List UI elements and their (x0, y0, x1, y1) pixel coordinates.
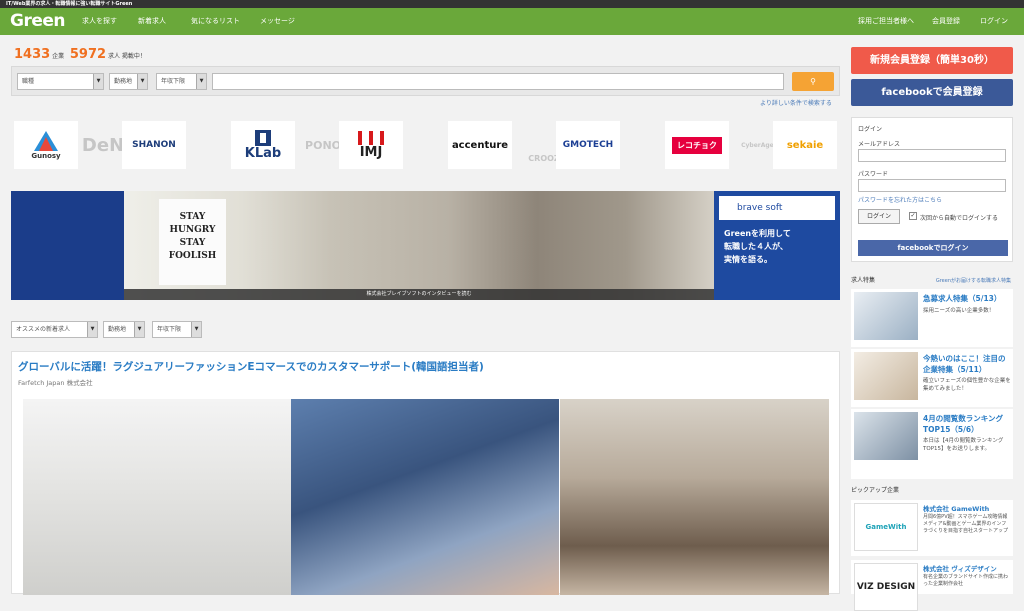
company-logo-gmotech[interactable]: GMOTECH (556, 121, 620, 169)
feature-title[interactable]: 今熱いのはここ！注目の企業特集（5/11） (923, 353, 1011, 375)
features-header: 求人特集 Greenがお届けする転職求人特集 (851, 275, 1013, 287)
chevron-down-icon: ▼ (196, 74, 206, 89)
company-logo-recochoku[interactable]: レコチョク (665, 121, 729, 169)
gamewith-logo: GameWith (854, 503, 918, 551)
company-logo-imj[interactable]: IMJ (339, 121, 403, 169)
banner-caption[interactable]: 株式会社ブレイブソフトのインタビューを読む (124, 289, 714, 300)
company-logo-klab[interactable]: KLab (231, 121, 295, 169)
search-icon: ⚲ (810, 77, 816, 86)
nav-register[interactable]: 会員登録 (932, 8, 960, 35)
banner-text-panel: brave soft Greenを利用して 転職した４人が、 実情を語る。 (714, 191, 840, 300)
job-photo-people (560, 399, 829, 595)
filter-location-select[interactable]: 勤務地 ▼ (103, 321, 145, 338)
global-nav: Green 求人を探す 新着求人 気になるリスト メッセージ 採用ご担当者様へ … (0, 8, 1024, 35)
job-unit: 求人 掲載中！ (107, 53, 146, 60)
nav-watch-list[interactable]: 気になるリスト (191, 8, 240, 35)
password-label: パスワード (858, 171, 889, 178)
company-unit: 企業 (52, 53, 65, 60)
remember-label: 次回から自動でログインする (920, 215, 999, 222)
vizdesign-logo: VIZ DESIGN (854, 563, 918, 611)
company-logo-accenture[interactable]: accenture (448, 121, 512, 169)
feature-item[interactable]: 急募求人特集（5/13） 採用ニーズの高い企業多数！ (851, 289, 1013, 347)
company-logo-gunosy[interactable]: Gunosy (14, 121, 78, 169)
banner-poster: STAY HUNGRY STAY FOOLISH (159, 199, 226, 285)
company-logo-sekaie[interactable]: sekaie (773, 121, 837, 169)
pickup-item[interactable]: GameWith 株式会社 GameWith 月間6億PV超！スマホゲーム攻略情… (851, 500, 1013, 556)
pickup-desc: 月間6億PV超！スマホゲーム攻略情報メディア&動画とゲーム業界のインフラづくりを… (923, 514, 1009, 534)
search-bar: 職種 ▼ 勤務地 ▼ 年収下限 ▼ ⚲ (11, 66, 840, 96)
feature-thumbnail (854, 292, 918, 340)
features-link[interactable]: Greenがお届けする転職求人特集 (936, 275, 1011, 287)
facebook-login-button[interactable]: facebookでログイン (858, 240, 1008, 256)
login-panel: ログイン メールアドレス パスワード パスワードを忘れた方はこちら ログイン ✓… (851, 117, 1013, 262)
listing-stats: 1433 企業 5972 求人 掲載中！ (14, 47, 146, 62)
job-count: 5972 (69, 47, 107, 62)
job-photo-store (23, 399, 291, 595)
login-heading: ログイン (858, 126, 883, 133)
feature-desc: 採用ニーズの高い企業多数！ (923, 308, 995, 314)
nav-for-recruiters[interactable]: 採用ご担当者様へ (858, 8, 914, 35)
imj-icon (358, 130, 384, 145)
search-button[interactable]: ⚲ (792, 72, 834, 91)
advanced-search-link[interactable]: より詳しい条件で検索する (760, 98, 832, 107)
login-button[interactable]: ログイン (858, 209, 900, 224)
job-card[interactable]: グローバルに活躍！ラグジュアリーファッションEコマースでのカスタマーサポート(韓… (11, 351, 840, 595)
features-heading: 求人特集 (851, 277, 876, 284)
password-field[interactable] (858, 179, 1006, 192)
keyword-input[interactable] (212, 73, 784, 90)
pickup-item[interactable]: VIZ DESIGN 株式会社 ヴィズデザイン 有名企業のブランドサイト作成に携… (851, 560, 1013, 611)
banner-headline: Greenを利用して 転職した４人が、 実情を語る。 (724, 229, 791, 264)
nav-messages[interactable]: メッセージ (260, 8, 295, 35)
job-title[interactable]: グローバルに活躍！ラグジュアリーファッションEコマースでのカスタマーサポート(韓… (18, 359, 484, 374)
green-logo[interactable]: Green (10, 11, 66, 31)
email-label: メールアドレス (858, 141, 901, 148)
feature-title[interactable]: 急募求人特集（5/13） (923, 293, 1011, 304)
facebook-register-button[interactable]: facebookで会員登録 (851, 79, 1013, 106)
nav-new-jobs[interactable]: 新着求人 (138, 8, 166, 35)
gunosy-icon (34, 131, 58, 151)
pickup-desc: 有名企業のブランドサイト作成に携わった企業制作会社 (923, 574, 1009, 587)
job-photo-denim (291, 399, 559, 595)
chevron-down-icon: ▼ (93, 74, 103, 89)
pickup-heading: ピックアップ企業 (851, 487, 900, 494)
email-field[interactable] (858, 149, 1006, 162)
feature-thumbnail (854, 412, 918, 460)
feature-title[interactable]: 4月の閲覧数ランキングTOP15（5/6） (923, 413, 1011, 435)
salary-select[interactable]: 年収下限 ▼ (156, 73, 207, 90)
recommended-select[interactable]: オススメの新着求人 ▼ (11, 321, 98, 338)
bravesoft-logo: brave soft (719, 196, 835, 220)
feature-item[interactable]: 4月の閲覧数ランキングTOP15（5/6） 本日は【4月の閲覧数ランキングTOP… (851, 409, 1013, 479)
chevron-down-icon: ▼ (191, 322, 201, 337)
remember-checkbox[interactable]: ✓ (909, 212, 917, 220)
company-logo-shanon[interactable]: SHANON (122, 121, 186, 169)
job-company[interactable]: Farfetch Japan 株式会社 (18, 377, 93, 387)
location-select[interactable]: 勤務地 ▼ (109, 73, 148, 90)
feature-item[interactable]: 今熱いのはここ！注目の企業特集（5/11） 確立いフェーズの個性豊かな企業を集め… (851, 349, 1013, 407)
site-tagline: IT/Web業界の求人・転職情報に強い転職サイトGreen (0, 0, 1024, 8)
nav-login[interactable]: ログイン (980, 8, 1008, 35)
filter-salary-select[interactable]: 年収下限 ▼ (152, 321, 202, 338)
chevron-down-icon: ▼ (87, 322, 97, 337)
feature-desc: 確立いフェーズの個性豊かな企業を集めてみました！ (923, 378, 1011, 392)
occupation-select[interactable]: 職種 ▼ (17, 73, 104, 90)
feature-thumbnail (854, 352, 918, 400)
forgot-password-link[interactable]: パスワードを忘れた方はこちら (858, 195, 942, 204)
interview-banner[interactable]: STAY HUNGRY STAY FOOLISH 株式会社ブレイブソフトのインタ… (11, 191, 840, 300)
chevron-down-icon: ▼ (134, 322, 144, 337)
nav-search-jobs[interactable]: 求人を探す (82, 8, 117, 35)
register-button[interactable]: 新規会員登録（簡単30秒） (851, 47, 1013, 74)
feature-desc: 本日は【4月の閲覧数ランキングTOP15】をお送りします。 (923, 438, 1004, 452)
klab-icon (255, 129, 271, 146)
company-count: 1433 (14, 47, 51, 62)
chevron-down-icon: ▼ (137, 74, 147, 89)
